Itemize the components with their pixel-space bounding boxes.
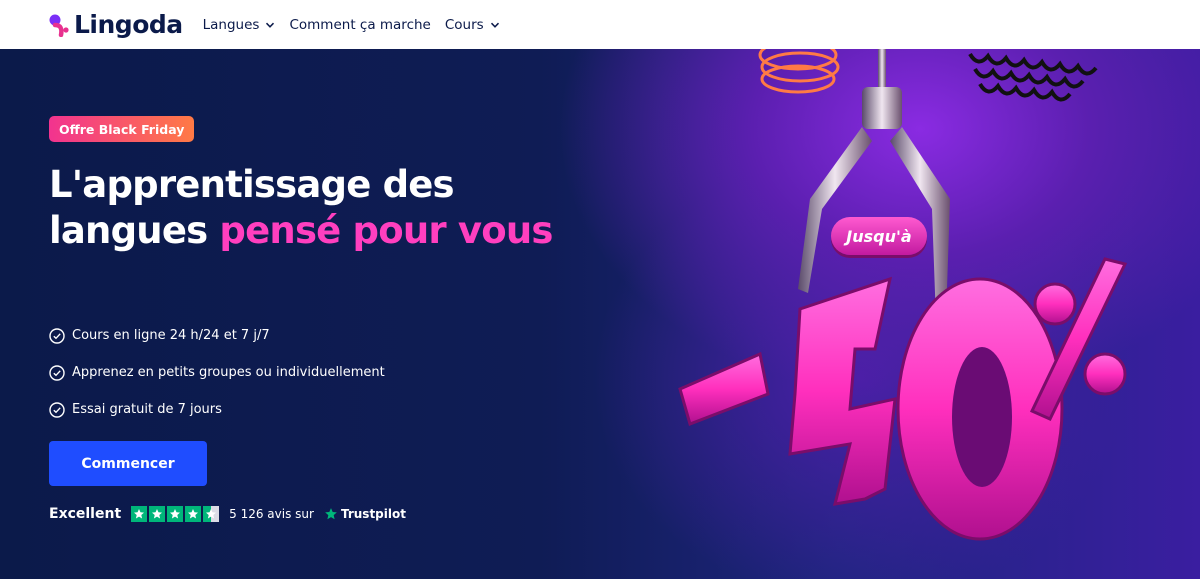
headline-highlight: pensé pour vous: [219, 209, 553, 252]
reviews-count: 5 126 avis sur: [229, 507, 314, 521]
nav-langues-label: Langues: [202, 16, 260, 33]
claw-machine-illustration: [678, 49, 1128, 541]
benefit-item: Apprenez en petits groupes ou individuel…: [49, 354, 569, 391]
nav-langues[interactable]: Langues: [203, 17, 276, 33]
logo-text: Lingoda: [74, 10, 183, 39]
trustpilot-name: Trustpilot: [340, 507, 406, 521]
benefits-list: Cours en ligne 24 h/24 et 7 j/7 Apprenez…: [49, 317, 569, 428]
benefit-text: Essai gratuit de 7 jours: [72, 402, 222, 417]
nav-comment-ca-marche[interactable]: Comment ça marche: [289, 17, 430, 33]
black-friday-badge: Offre Black Friday: [49, 116, 195, 142]
check-circle-icon: [49, 327, 65, 344]
trustpilot-widget[interactable]: Excellent 5 126 avis sur Trustpilot: [49, 506, 406, 522]
promo-illustration: Jusqu'à: [650, 49, 1200, 579]
benefit-item: Cours en ligne 24 h/24 et 7 j/7: [49, 317, 569, 354]
trustpilot-star-icon: [185, 506, 202, 522]
jusqua-pill: Jusqu'à: [831, 217, 927, 255]
trustpilot-logo[interactable]: Trustpilot: [324, 507, 406, 521]
nav-cours-label: Cours: [444, 16, 484, 33]
hero-section: Jusqu'à Offre Black Friday L'apprentissa…: [0, 49, 1200, 579]
trustpilot-star-icon: [149, 506, 166, 522]
nav-comment-label: Comment ça marche: [289, 16, 431, 33]
hero-headline: L'apprentissage des langues pensé pour v…: [49, 162, 569, 254]
chevron-down-icon: [266, 22, 275, 28]
check-circle-icon: [49, 401, 65, 418]
trustpilot-star-icon: [167, 506, 184, 522]
chevron-down-icon: [490, 22, 499, 28]
trustpilot-star-icon: [325, 508, 337, 520]
check-circle-icon: [49, 364, 65, 381]
main-nav: Langues Comment ça marche Cours: [203, 17, 500, 33]
trustpilot-star-half-icon: [203, 506, 220, 522]
orange-spring: [758, 49, 840, 94]
site-header: Lingoda Langues Comment ça marche Cours: [0, 0, 1200, 49]
benefit-text: Cours en ligne 24 h/24 et 7 j/7: [72, 328, 270, 343]
trustpilot-star-icon: [131, 506, 148, 522]
lingoda-logo[interactable]: Lingoda: [48, 10, 183, 39]
trustpilot-stars: [131, 506, 220, 522]
benefit-item: Essai gratuit de 7 jours: [49, 391, 569, 428]
trust-rating-label: Excellent: [49, 506, 122, 522]
nav-cours[interactable]: Cours: [445, 17, 500, 33]
minus-40-percent-graphic: [678, 257, 1128, 541]
black-coil: [968, 52, 1098, 102]
lingoda-logo-icon: [49, 14, 69, 37]
benefit-text: Apprenez en petits groupes ou individuel…: [72, 365, 385, 380]
commencer-button[interactable]: Commencer: [49, 441, 207, 486]
